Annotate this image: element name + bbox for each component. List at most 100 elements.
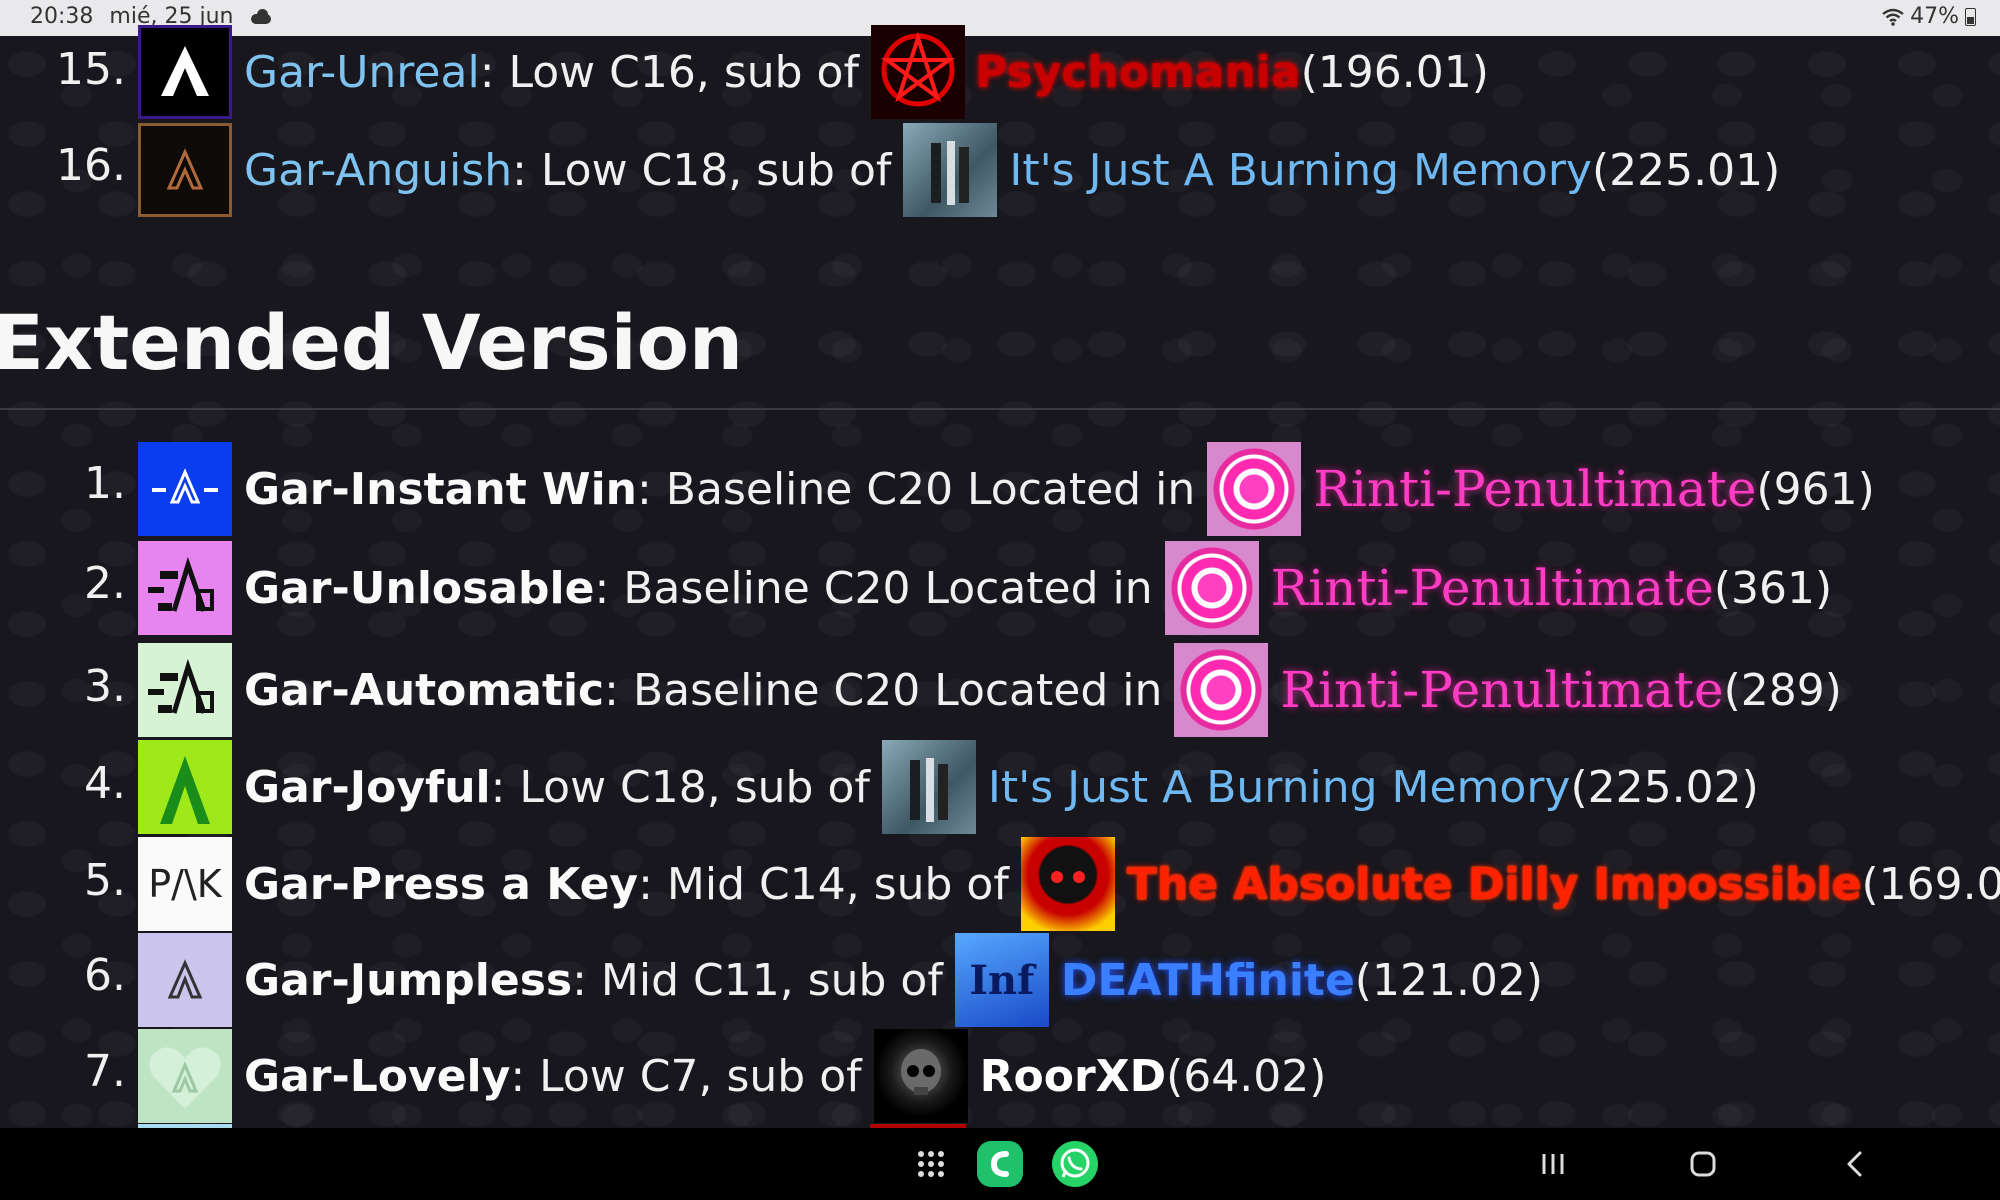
- entry-description: : Baseline C20 Located in: [594, 562, 1153, 614]
- psychomania-thumbnail[interactable]: [870, 25, 965, 119]
- app-drawer-icon[interactable]: [907, 1140, 955, 1188]
- roorxd-link[interactable]: RoorXD: [980, 1051, 1166, 1102]
- list-item: Gar-Lovely : Low C7, sub of RoorXD (64.0…: [138, 1028, 1326, 1124]
- status-time: 20:38: [30, 4, 94, 29]
- gar-unreal-thumbnail[interactable]: [138, 25, 232, 119]
- deathfinite-logo-text: Inf: [969, 956, 1035, 1004]
- entry-number: 6.: [84, 950, 126, 1001]
- gar-instant-win-thumbnail[interactable]: [138, 442, 232, 536]
- deathfinite-link[interactable]: DEATHfinite: [1061, 955, 1355, 1006]
- entry-description: : Low C18, sub of: [490, 761, 870, 813]
- rinti-penultimate-link[interactable]: Rinti-Penultimate: [1313, 460, 1756, 518]
- section-divider: [0, 408, 2000, 410]
- recent-apps-icon[interactable]: [1529, 1140, 1577, 1188]
- entry-score: (169.02): [1861, 858, 2000, 910]
- entry-score: (121.02): [1354, 954, 1544, 1006]
- pillars-icon: [931, 141, 970, 205]
- entry-number: 7.: [84, 1046, 126, 1097]
- entry-description: : Mid C14, sub of: [638, 858, 1009, 910]
- home-icon[interactable]: [1679, 1140, 1727, 1188]
- deathfinite-thumbnail[interactable]: Inf: [954, 933, 1049, 1027]
- burning-memory-link[interactable]: It's Just A Burning Memory: [988, 762, 1571, 813]
- system-navigation-bar: [0, 1128, 2000, 1200]
- gar-a-logo-icon: [161, 46, 209, 96]
- glitch-a-logo-icon: [148, 658, 214, 714]
- entry-number: 2.: [84, 558, 126, 609]
- gar-lovely-link[interactable]: Gar-Lovely: [244, 1051, 510, 1102]
- rinti-penultimate-thumbnail[interactable]: [1164, 541, 1259, 635]
- heart-a-logo-icon: [149, 1047, 221, 1109]
- list-item: Gar-Instant Win : Baseline C20 Located i…: [138, 441, 1875, 537]
- entry-number: 15.: [56, 44, 126, 95]
- rinti-penultimate-link[interactable]: Rinti-Penultimate: [1280, 661, 1723, 719]
- press-key-logo-text: P/\K: [148, 862, 222, 906]
- gar-automatic-link[interactable]: Gar-Automatic: [244, 665, 604, 716]
- gar-a-logo-icon: [160, 756, 210, 824]
- list-item: Gar-Unlosable : Baseline C20 Located in …: [138, 540, 1832, 636]
- burning-memory-thumbnail[interactable]: [881, 740, 976, 834]
- gar-unlosable-link[interactable]: Gar-Unlosable: [244, 563, 594, 614]
- glitch-a-logo-icon: [148, 556, 214, 612]
- battery-icon: [1965, 7, 1976, 26]
- entry-score: (225.02): [1570, 761, 1759, 813]
- list-item: Gar-Joyful : Low C18, sub of It's Just A…: [138, 739, 1759, 835]
- demon-face-icon: [1050, 871, 1085, 883]
- list-item: P/\K Gar-Press a Key : Mid C14, sub of T…: [138, 836, 2000, 932]
- list-item: Gar-Anguish : Low C18, sub of It's Just …: [138, 122, 1780, 218]
- entry-description: : Mid C11, sub of: [572, 954, 943, 1006]
- entry-number: 3.: [84, 661, 126, 712]
- gar-joyful-thumbnail[interactable]: [138, 740, 232, 834]
- burning-memory-thumbnail[interactable]: [903, 123, 998, 217]
- gar-a-logo-icon: [166, 148, 204, 190]
- wifi-icon: [1882, 8, 1904, 26]
- weather-cloud-icon: [249, 8, 273, 25]
- gar-jumpless-thumbnail[interactable]: [138, 933, 232, 1027]
- gar-automatic-thumbnail[interactable]: [138, 643, 232, 737]
- gar-joyful-link[interactable]: Gar-Joyful: [244, 762, 491, 813]
- list-item: Gar-Unreal : Low C16, sub of Psychomania…: [138, 24, 1489, 120]
- entry-score: (64.02): [1166, 1050, 1327, 1102]
- entry-description: : Low C18, sub of: [512, 144, 892, 196]
- gar-instant-win-link[interactable]: Gar-Instant Win: [244, 464, 637, 515]
- gar-anguish-link[interactable]: Gar-Anguish: [244, 145, 512, 196]
- gar-anguish-thumbnail[interactable]: [138, 123, 232, 217]
- entry-number: 1.: [84, 458, 126, 509]
- entry-score: (961): [1756, 463, 1875, 515]
- gar-a-logo-icon: [167, 959, 203, 999]
- gar-press-a-key-link[interactable]: Gar-Press a Key: [244, 859, 638, 910]
- gar-jumpless-link[interactable]: Gar-Jumpless: [244, 955, 572, 1006]
- rinti-penultimate-thumbnail[interactable]: [1207, 442, 1302, 536]
- battery-level: 47%: [1910, 4, 1959, 29]
- entry-description: : Low C7, sub of: [510, 1050, 862, 1102]
- entry-score: (289): [1723, 664, 1842, 716]
- pillars-icon: [909, 758, 948, 822]
- psychomania-link[interactable]: Psychomania: [975, 47, 1301, 98]
- entry-score: (196.01): [1300, 46, 1489, 98]
- phone-app-icon[interactable]: [976, 1140, 1024, 1188]
- entry-description: : Baseline C20 Located in: [637, 463, 1196, 515]
- whatsapp-icon[interactable]: [1051, 1140, 1099, 1188]
- gar-a-logo-icon: [152, 468, 218, 504]
- rinti-penultimate-link[interactable]: Rinti-Penultimate: [1271, 559, 1714, 617]
- roorxd-thumbnail[interactable]: [873, 1029, 968, 1123]
- entry-number: 16.: [56, 140, 126, 191]
- gar-press-a-key-thumbnail[interactable]: P/\K: [138, 837, 232, 931]
- rinti-penultimate-thumbnail[interactable]: [1174, 643, 1269, 737]
- dilly-impossible-link[interactable]: The Absolute Dilly Impossible: [1127, 859, 1862, 910]
- list-item: Gar-Automatic : Baseline C20 Located in …: [138, 642, 1842, 738]
- section-heading: Extended Version: [0, 298, 744, 387]
- entry-number: 4.: [84, 758, 126, 809]
- entry-number: 5.: [84, 855, 126, 906]
- skull-icon: [900, 1049, 941, 1095]
- burning-memory-link[interactable]: It's Just A Burning Memory: [1009, 145, 1592, 196]
- entry-description: : Low C16, sub of: [479, 46, 859, 98]
- entry-description: : Baseline C20 Located in: [604, 664, 1163, 716]
- back-icon[interactable]: [1831, 1140, 1879, 1188]
- dilly-impossible-thumbnail[interactable]: [1020, 837, 1115, 931]
- pentagram-icon: [880, 31, 956, 107]
- gar-unreal-link[interactable]: Gar-Unreal: [244, 47, 480, 98]
- gar-unlosable-thumbnail[interactable]: [138, 541, 232, 635]
- entry-score: (361): [1713, 562, 1833, 614]
- entry-score: (225.01): [1591, 144, 1781, 196]
- gar-lovely-thumbnail[interactable]: [138, 1029, 232, 1123]
